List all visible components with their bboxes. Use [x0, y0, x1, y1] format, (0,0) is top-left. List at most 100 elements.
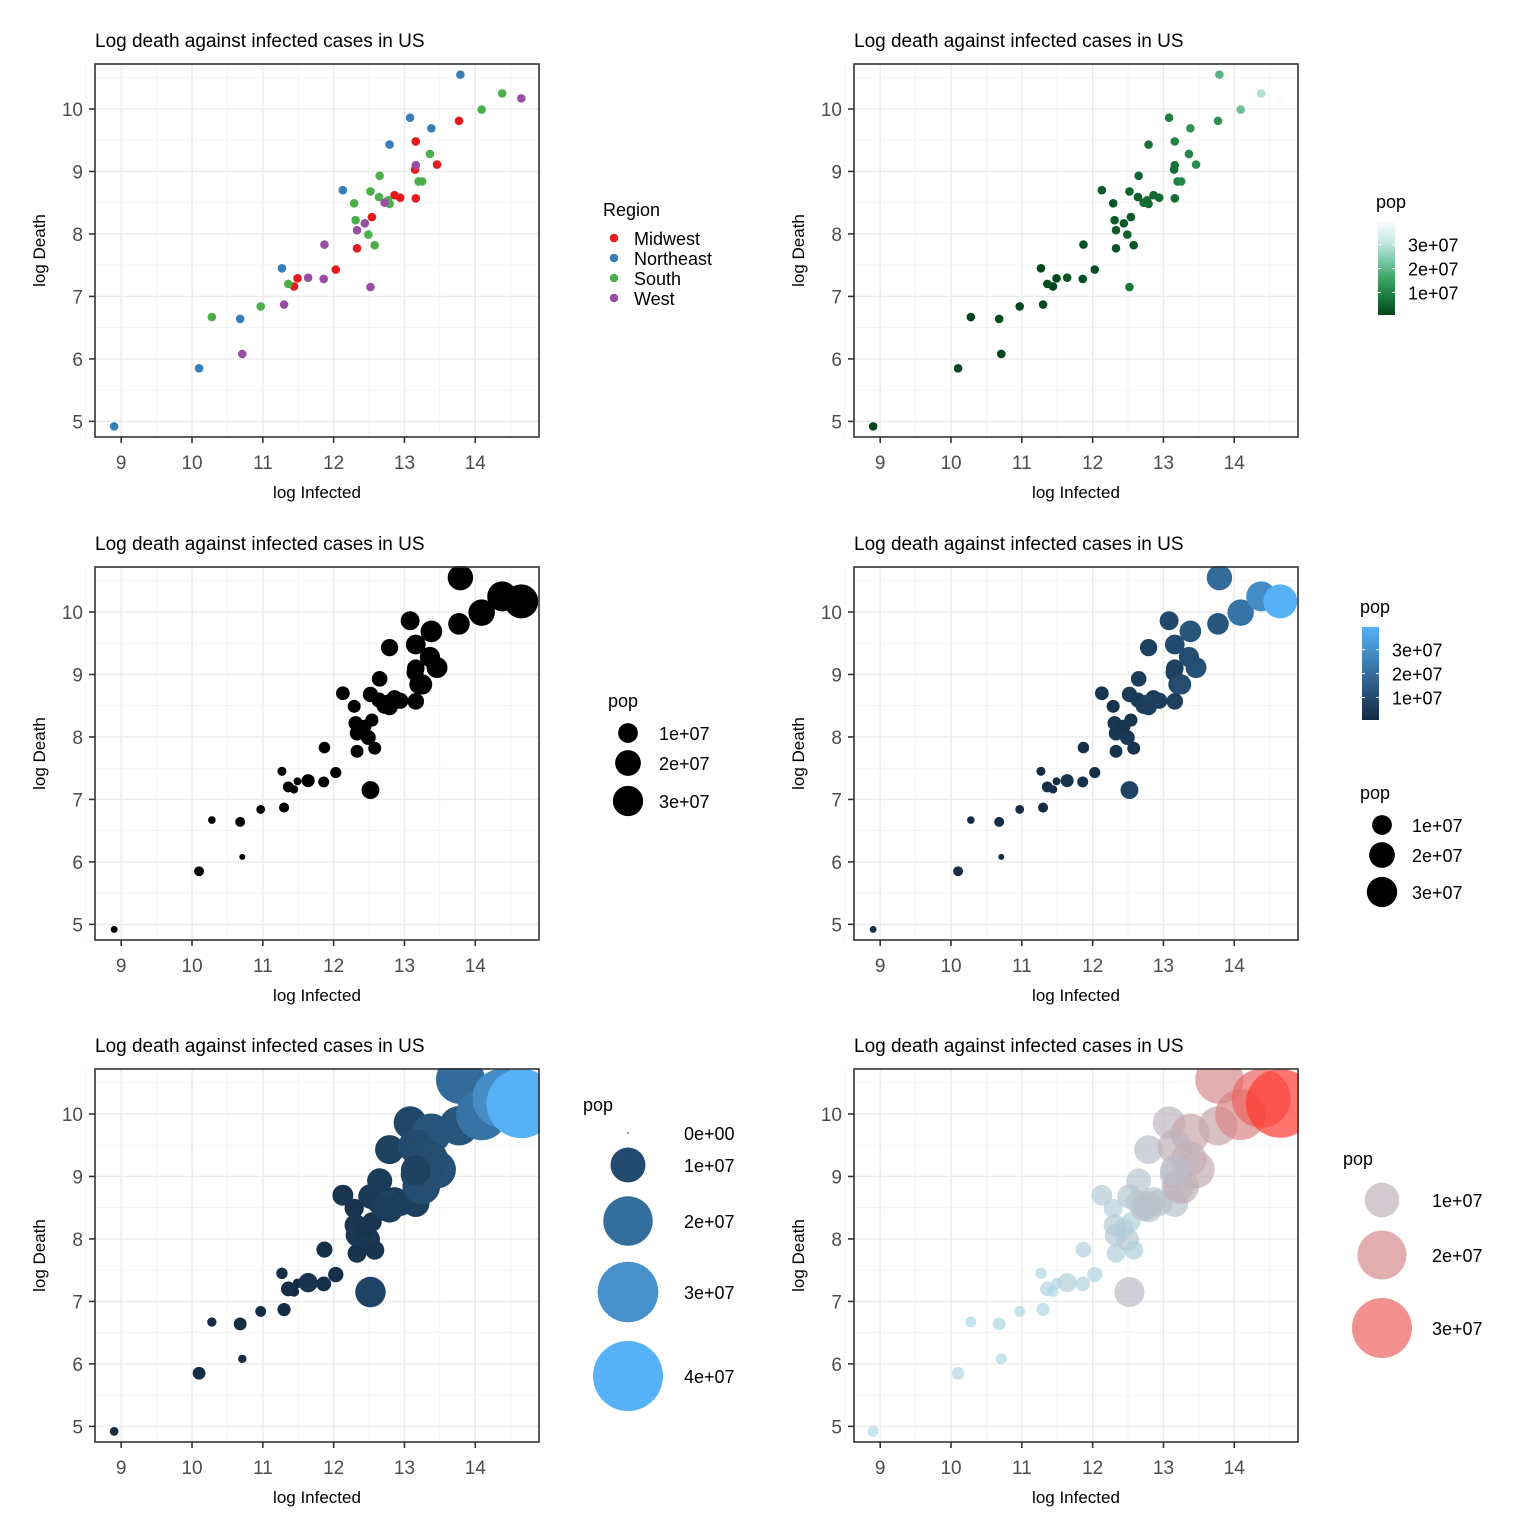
- panel-pop-color-size: Log death against infected cases in USLo…: [789, 527, 1463, 1005]
- data-point: [427, 124, 436, 133]
- legend-label: 1e+07: [1412, 816, 1463, 836]
- y-tick-label: 5: [831, 915, 842, 936]
- data-point: [238, 1354, 247, 1364]
- y-tick-label: 9: [72, 162, 83, 183]
- data-point: [279, 802, 290, 813]
- y-tick-label: 6: [831, 853, 842, 874]
- x-tick-label: 11: [253, 956, 273, 977]
- data-point: [350, 744, 364, 758]
- colorbar-label: 3e+07: [1408, 236, 1459, 256]
- legend-size-key: [593, 1341, 663, 1411]
- y-tick-label: 5: [72, 1417, 83, 1438]
- data-point: [1087, 1266, 1103, 1283]
- data-point: [237, 349, 247, 359]
- colorbar-label: 3e+07: [1392, 641, 1443, 661]
- data-point: [1171, 674, 1192, 695]
- data-point: [1213, 116, 1223, 126]
- data-point: [477, 105, 486, 114]
- data-point: [1060, 774, 1074, 788]
- data-points: [868, 70, 1285, 431]
- data-point: [366, 282, 375, 292]
- y-tick-label: 5: [72, 412, 83, 433]
- x-tick-label: 9: [116, 453, 127, 474]
- data-point: [366, 187, 375, 196]
- y-tick-label: 8: [72, 1230, 83, 1251]
- data-point: [1127, 741, 1141, 755]
- data-point: [1111, 225, 1121, 235]
- legend-key-midwest: [609, 233, 619, 243]
- data-point: [316, 1276, 332, 1292]
- y-tick-label: 8: [831, 225, 842, 246]
- data-point: [1130, 671, 1147, 687]
- data-point: [192, 1366, 206, 1380]
- data-point: [358, 719, 372, 733]
- x-tick-label: 13: [394, 956, 415, 977]
- data-point: [1114, 1276, 1145, 1308]
- data-point: [953, 363, 963, 373]
- data-point: [994, 314, 1004, 324]
- gridlines: [85, 64, 539, 437]
- y-axis-label: log Death: [789, 1219, 808, 1292]
- data-point: [951, 1366, 965, 1380]
- y-tick-label: 7: [72, 1292, 83, 1313]
- data-point: [319, 274, 329, 284]
- data-point: [1015, 302, 1025, 311]
- data-point: [1062, 273, 1072, 282]
- x-tick-label: 12: [1082, 453, 1103, 474]
- y-axis-label: log Death: [789, 717, 808, 790]
- data-point: [207, 1317, 217, 1327]
- panel-pop-size: Log death against infected cases in USLo…: [30, 527, 710, 1005]
- y-tick-label: 7: [831, 1292, 842, 1313]
- gridlines: [844, 64, 1298, 437]
- data-point: [1154, 193, 1164, 203]
- data-point: [1038, 300, 1048, 309]
- chart-title: Log death against infected cases in US: [854, 31, 1184, 52]
- data-point: [1106, 699, 1120, 713]
- data-point: [1135, 697, 1152, 714]
- legend-label: 1e+07: [684, 1156, 735, 1176]
- colorbar-label: 1e+07: [1392, 688, 1443, 708]
- y-axis-label: log Death: [789, 214, 808, 287]
- x-tick-label: 9: [875, 956, 886, 977]
- legend-size-key: [615, 750, 641, 776]
- data-point: [995, 1353, 1007, 1365]
- data-point: [1275, 94, 1285, 103]
- y-tick-label: 7: [831, 287, 842, 308]
- data-point: [1111, 244, 1121, 253]
- x-tick-label: 14: [1224, 1458, 1246, 1479]
- data-point: [1170, 160, 1180, 170]
- legend: pop 1e+07 2e+07 3e+07: [1343, 1149, 1483, 1358]
- legend-label: 0e+00: [684, 1124, 735, 1144]
- data-point: [385, 140, 394, 149]
- data-point: [1130, 1194, 1157, 1221]
- data-point: [109, 1427, 119, 1436]
- y-tick-label: 7: [831, 790, 842, 811]
- data-point: [1108, 199, 1118, 208]
- data-point: [1075, 1241, 1092, 1258]
- y-tick-label: 8: [831, 728, 842, 749]
- x-tick-label: 14: [465, 1458, 487, 1479]
- y-tick-label: 9: [72, 665, 83, 686]
- y-tick-label: 6: [72, 350, 83, 371]
- legend-label: 3e+07: [684, 1283, 735, 1303]
- legend: pop 3e+07 2e+07 1e+07: [1376, 192, 1459, 315]
- data-point: [1125, 282, 1134, 292]
- data-point: [432, 160, 442, 169]
- legend-size-key: [597, 1261, 659, 1323]
- data-point: [1176, 177, 1186, 186]
- data-point: [406, 659, 425, 678]
- data-points: [869, 564, 1298, 933]
- data-point: [411, 194, 421, 203]
- legend-label: 3e+07: [1432, 1319, 1483, 1339]
- data-point: [1052, 274, 1061, 283]
- x-axis-label: log Infected: [273, 1488, 361, 1507]
- y-tick-label: 6: [831, 350, 842, 371]
- legend-title: pop: [1360, 783, 1390, 803]
- x-axis-label: log Infected: [1032, 986, 1120, 1005]
- legend-label: 3e+07: [1412, 883, 1463, 903]
- data-point: [395, 193, 405, 203]
- x-tick-label: 10: [181, 453, 202, 474]
- data-point: [994, 816, 1005, 827]
- x-tick-label: 12: [1082, 1458, 1103, 1479]
- data-point: [1159, 611, 1179, 631]
